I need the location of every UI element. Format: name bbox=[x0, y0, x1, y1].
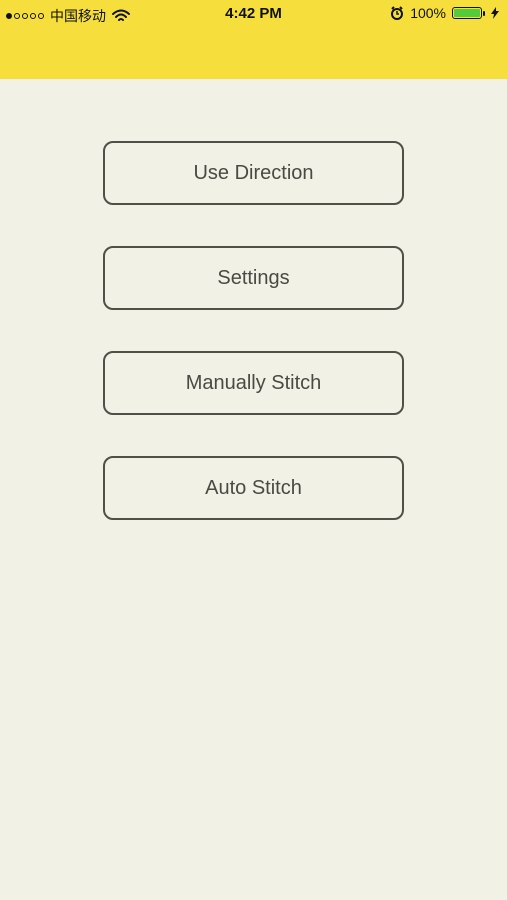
charging-bolt-icon bbox=[491, 7, 499, 19]
alarm-icon bbox=[391, 6, 404, 20]
use-direction-button[interactable]: Use Direction bbox=[103, 141, 404, 205]
auto-stitch-button[interactable]: Auto Stitch bbox=[103, 456, 404, 520]
battery-icon bbox=[452, 7, 482, 19]
status-bar: 中国移动 4:42 PM 100% bbox=[0, 0, 507, 28]
battery-cap bbox=[483, 10, 485, 16]
settings-button[interactable]: Settings bbox=[103, 246, 404, 310]
battery-percent: 100% bbox=[410, 5, 446, 21]
manually-stitch-button[interactable]: Manually Stitch bbox=[103, 351, 404, 415]
battery-fill bbox=[454, 9, 480, 17]
status-right: 100% bbox=[390, 5, 499, 21]
